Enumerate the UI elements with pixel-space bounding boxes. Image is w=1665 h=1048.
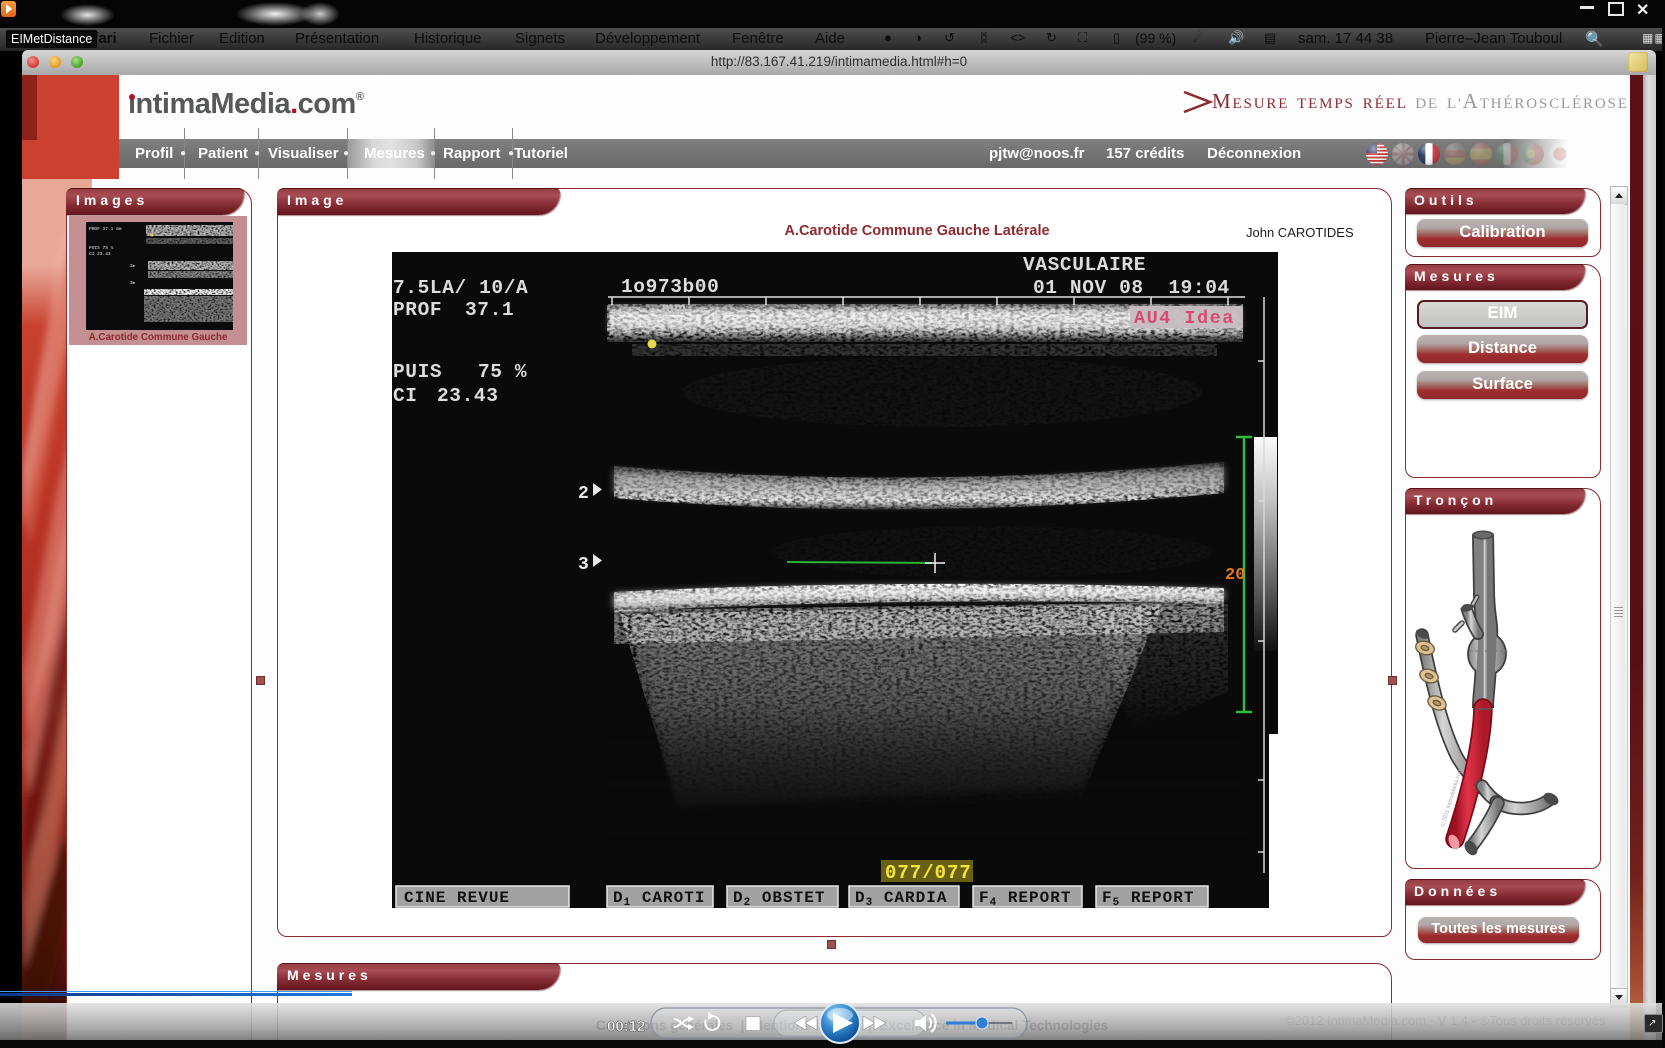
svg-text:2▶: 2▶ [130, 263, 136, 269]
svg-text:01 NOV 08 19:04: 01 NOV 08 19:04 [1033, 277, 1230, 299]
svg-text:20: 20 [1225, 566, 1245, 585]
svg-text:VASCULAIRE: VASCULAIRE [1023, 254, 1146, 276]
svg-text:00:12: 00:12 [607, 1018, 645, 1035]
svg-text:077/077: 077/077 [885, 862, 972, 884]
svg-text:1o973b00: 1o973b00 [621, 276, 719, 298]
svg-text:AU4 Idea: AU4 Idea [1134, 308, 1235, 329]
svg-text:37.1: 37.1 [465, 299, 514, 321]
svg-text:PROF: PROF [393, 299, 442, 321]
svg-text:3: 3 [578, 555, 589, 575]
svg-text:23.43: 23.43 [437, 385, 499, 407]
svg-text:PROF 37.1 mm: PROF 37.1 mm [89, 226, 122, 232]
svg-text:75 %: 75 % [478, 361, 527, 383]
svg-text:CI: CI [393, 385, 418, 407]
svg-text:CINE REVUE: CINE REVUE [404, 889, 510, 907]
svg-text:mm: mm [662, 299, 687, 321]
svg-text:7.5LA/ 10/A: 7.5LA/ 10/A [393, 277, 528, 299]
svg-text:3▶: 3▶ [130, 280, 136, 286]
svg-text:PUIS: PUIS [393, 361, 442, 383]
svg-text:CI 23.43: CI 23.43 [89, 251, 111, 257]
svg-text:PUIS 75 %: PUIS 75 % [89, 245, 114, 251]
svg-text:2: 2 [578, 484, 589, 504]
